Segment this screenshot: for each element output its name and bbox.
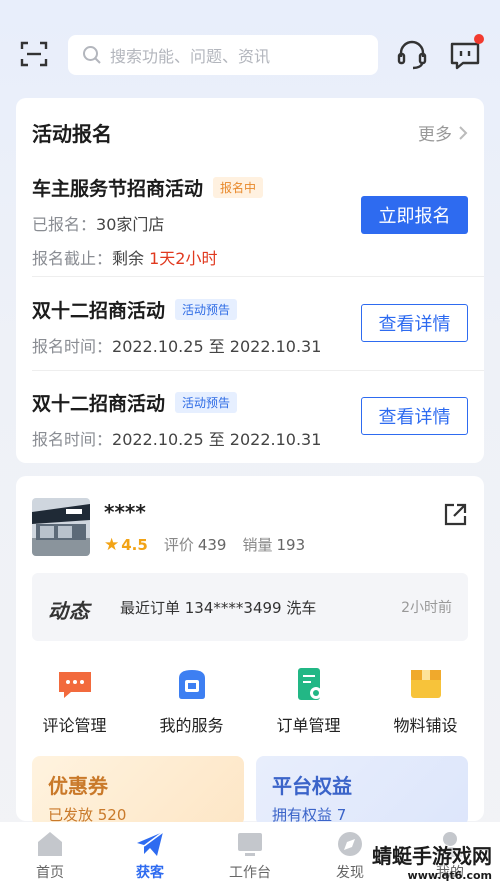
period-value: 2022.10.25 至 2022.10.31 [112,337,322,356]
coupon-title: 优惠券 [48,774,108,798]
home-icon [38,832,62,856]
scan-icon[interactable] [18,38,50,70]
feed-text: 最近订单 134****3499 洗车 [120,599,317,617]
shortcut-comment-management[interactable]: 评论管理 [16,666,133,736]
feed-time: 2小时前 [401,600,452,616]
status-badge: 报名中 [213,177,264,198]
feed-logo: 动态 [48,599,90,623]
order-icon [297,668,322,700]
unread-dot [474,34,484,44]
signup-value: 30家门店 [96,215,165,234]
watermark-url: www.qt6.com [407,869,492,882]
period-label: 报名时间： [32,430,113,449]
deadline-prefix: 剩余 [112,249,145,268]
activity-name: 双十二招商活动 [32,393,166,415]
signup-deadline: 报名截止：剩余 1天2小时 [32,245,468,269]
store-stats: ★ 4.5 评价 439 销量 193 [104,534,321,555]
material-icon [410,670,441,698]
workbench-icon [238,833,262,856]
star-icon: ★ [104,534,120,555]
compass-icon [338,832,362,856]
signup-button[interactable]: 立即报名 [361,196,468,234]
search-input[interactable]: 搜索功能、问题、资讯 [68,35,378,75]
search-icon [83,46,101,64]
watermark-title: 蜻蜓手游戏网 [372,844,492,868]
store-photo [32,498,90,556]
shortcut-grid: 评论管理 我的服务 订单管理 物料铺设 [16,666,484,736]
paper-plane-icon [137,831,164,856]
tab-label: 工作台 [229,865,271,881]
top-bar: 搜索功能、问题、资讯 [0,0,500,100]
divider [32,370,484,371]
review-count: 439 [197,535,227,554]
store-card: **** ★ 4.5 评价 439 销量 193 动态 最近订单 134****… [16,476,484,826]
divider [32,276,484,277]
status-badge: 活动预告 [175,392,238,413]
sales-count: 193 [276,535,306,554]
store-name: **** [104,500,146,524]
sales-label: 销量 [242,536,273,554]
tab-acquire[interactable]: 获客 [100,822,200,888]
shortcut-label: 我的服务 [159,716,224,735]
message-icon[interactable] [448,40,482,72]
activity-item[interactable]: 车主服务节招商活动 报名中 已报名：30家门店 报名截止：剩余 1天2小时 立即… [32,174,468,268]
shortcut-my-services[interactable]: 我的服务 [133,666,250,736]
search-placeholder: 搜索功能、问题、资讯 [110,47,271,66]
activity-item[interactable]: 双十二招商活动 活动预告 报名时间：2022.10.25 至 2022.10.3… [32,389,468,453]
tab-label: 发现 [336,865,364,881]
deadline-value: 1天2小时 [149,249,218,268]
tab-workbench[interactable]: 工作台 [200,822,300,888]
chevron-right-icon [459,125,468,140]
view-details-button[interactable]: 查看详情 [361,397,468,435]
benefits-title: 平台权益 [272,774,352,798]
status-badge: 活动预告 [175,299,238,320]
deadline-label: 报名截止： [32,249,113,268]
tab-label: 首页 [36,865,64,881]
coupon-card[interactable]: 优惠券 已发放 520 [32,756,244,826]
activity-item[interactable]: 双十二招商活动 活动预告 报名时间：2022.10.25 至 2022.10.3… [32,296,468,360]
period-label: 报名时间： [32,337,113,356]
service-icon [178,670,205,699]
platform-benefits-card[interactable]: 平台权益 拥有权益 7 [256,756,468,826]
shortcut-label: 评论管理 [42,716,107,735]
tab-home[interactable]: 首页 [0,822,100,888]
activity-name: 双十二招商活动 [32,300,166,322]
shortcut-label: 物料铺设 [393,716,458,735]
customer-service-icon[interactable] [395,38,429,72]
more-label: 更多 [418,125,452,145]
activity-title: 活动报名 [32,122,112,146]
shortcut-label: 订单管理 [276,716,341,735]
activity-card: 活动报名 更多 车主服务节招商活动 报名中 已报名：30家门店 报名截止：剩余 … [16,98,484,463]
share-icon[interactable] [442,502,468,528]
store-rating: 4.5 [121,535,148,554]
site-watermark: 蜻蜓手游戏网 www.qt6.com [372,840,492,882]
view-details-button[interactable]: 查看详情 [361,304,468,342]
more-link[interactable]: 更多 [418,120,468,145]
activity-feed[interactable]: 动态 最近订单 134****3499 洗车 2小时前 [32,573,468,641]
shortcut-material-setup[interactable]: 物料铺设 [367,666,484,736]
shortcut-order-management[interactable]: 订单管理 [250,666,367,736]
comment-icon [58,672,91,698]
signup-label: 已报名： [32,215,97,234]
period-value: 2022.10.25 至 2022.10.31 [112,430,322,449]
tab-label: 获客 [136,865,164,881]
activity-name: 车主服务节招商活动 [32,178,204,200]
review-label: 评价 [163,536,194,554]
